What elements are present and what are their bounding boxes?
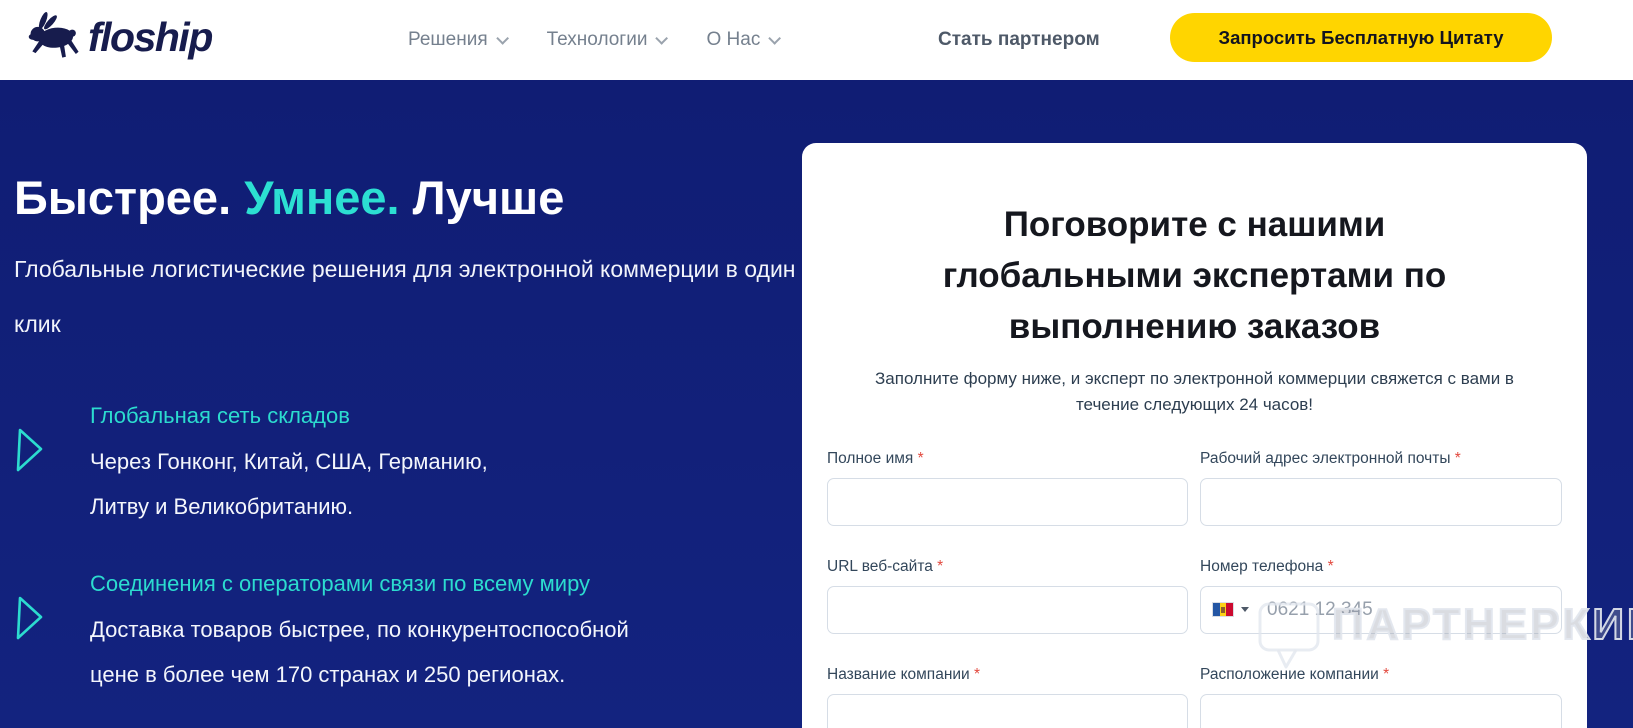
nav-item-solutions[interactable]: Решения [408,29,509,51]
company-name-label: Название компании * [827,666,981,683]
hero-subtitle: Глобальные логистические решения для эле… [14,256,796,337]
nav-item-about[interactable]: О Нас [706,29,782,51]
logo[interactable]: floship [26,10,213,65]
rabbit-logo-icon [26,10,84,65]
phone-input-group [1200,586,1562,634]
website-url-input[interactable] [827,586,1188,634]
website-url-label: URL веб-сайта * [827,558,944,575]
bullet-body: Доставка товаров быстрее, по конкурентос… [90,617,629,687]
phone-label: Номер телефона * [1200,558,1334,575]
required-marker: * [917,450,924,467]
bullet-body: Через Гонконг, Китай, США, Германию, Лит… [90,449,488,519]
full-name-input[interactable] [827,478,1188,526]
moldova-flag-icon [1212,602,1234,617]
full-name-label: Полное имя * [827,450,924,467]
field-company-location: Расположение компании * [1200,666,1562,728]
required-marker: * [937,558,944,575]
chevron-down-icon [655,31,669,45]
email-input[interactable] [1200,478,1562,526]
request-quote-button[interactable]: Запросить Бесплатную Цитату [1170,13,1552,62]
required-marker: * [1383,666,1390,683]
arrow-right-icon [16,427,44,478]
required-marker: * [1454,450,1461,467]
company-location-label: Расположение компании * [1200,666,1390,683]
bullet-title: Глобальная сеть складов [90,403,350,428]
company-location-input[interactable] [1200,694,1562,728]
become-partner-link[interactable]: Стать партнером [938,0,1100,80]
form-subtitle: Заполните форму ниже, и эксперт по элект… [875,369,1514,414]
logo-text: floship [88,14,213,60]
page: floship Решения Технологии О Нас Стать п… [0,0,1633,728]
required-marker: * [1327,558,1334,575]
phone-input[interactable] [1200,586,1562,634]
field-full-name: Полное имя * [827,450,1188,526]
field-phone: Номер телефона * [1200,558,1562,634]
hero-title: Быстрее. Умнее. Лучше [14,171,565,224]
main-nav: Решения Технологии О Нас [408,0,782,80]
arrow-right-icon [16,595,44,646]
company-name-input[interactable] [827,694,1188,728]
bullet-title: Соединения с операторами связи по всему … [90,571,591,596]
country-code-selector[interactable] [1212,602,1249,617]
field-email: Рабочий адрес электронной почты * [1200,450,1562,526]
contact-form-card: Поговорите с нашими глобальными эксперта… [802,143,1587,728]
email-label: Рабочий адрес электронной почты * [1200,450,1461,467]
field-website-url: URL веб-сайта * [827,558,1188,634]
caret-down-icon [1241,607,1249,612]
field-company-name: Название компании * [827,666,1188,728]
required-marker: * [974,666,981,683]
form-title: Поговорите с нашими глобальными эксперта… [942,205,1447,346]
chevron-down-icon [768,31,782,45]
chevron-down-icon [495,31,509,45]
form-fields: Полное имя * Рабочий адрес электронной п… [827,450,1562,728]
hero-title-accent: Умнее. [244,171,400,224]
nav-item-technologies[interactable]: Технологии [547,29,669,51]
header: floship Решения Технологии О Нас Стать п… [0,0,1633,80]
